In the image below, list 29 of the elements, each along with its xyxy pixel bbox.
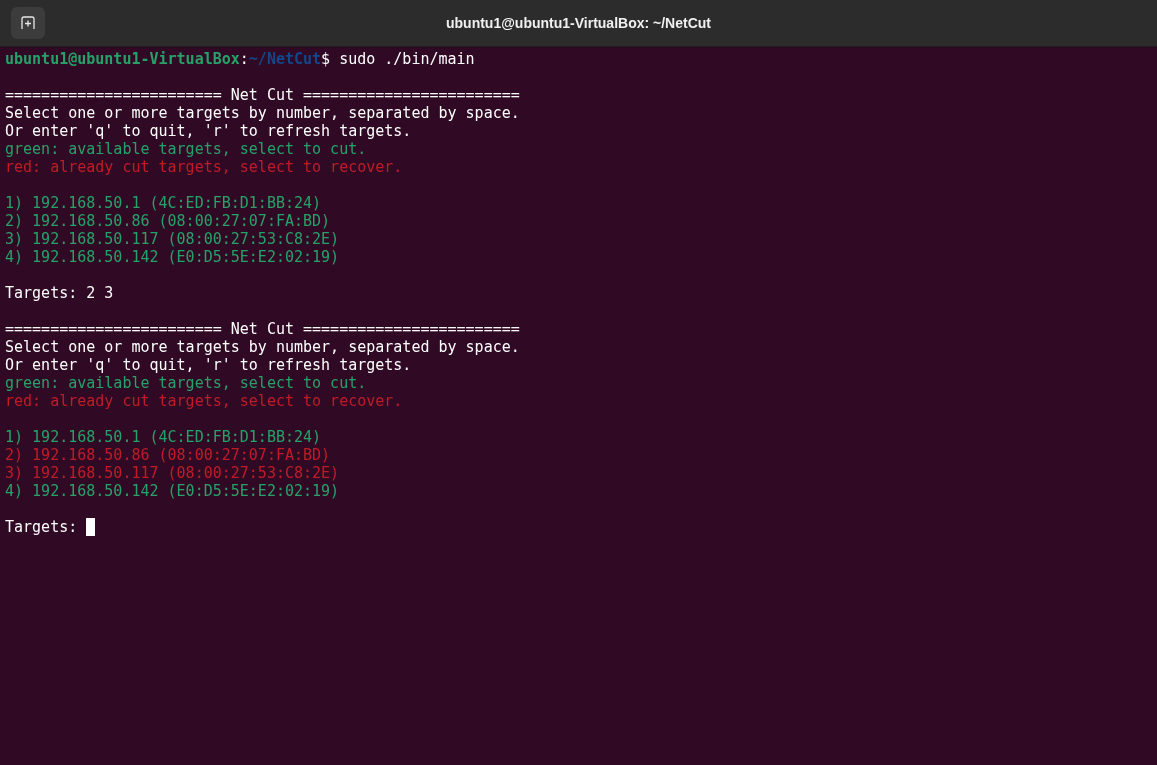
target-entry: 4) 192.168.50.142 (E0:D5:5E:E2:02:19) [5,248,340,266]
target-entry: 4) 192.168.50.142 (E0:D5:5E:E2:02:19) [5,482,340,500]
new-tab-button[interactable] [11,7,45,39]
prompt-user-host: ubuntu1@ubuntu1-VirtualBox [5,50,240,68]
legend-text: red: already cut targets, select to recover. [5,392,403,410]
legend-text: red: already cut targets, select to recover. [5,158,403,176]
legend-text: green: available targets, select to cut. [5,374,367,392]
banner-text: ======================== Net Cut ======================== [5,86,520,104]
target-entry: 3) 192.168.50.117 (08:00:27:53:C8:2E) [5,464,340,482]
input-prompt: Targets: [5,518,79,536]
prompt-separator: : [239,50,249,68]
target-entry: 1) 192.168.50.1 (4C:ED:FB:D1:BB:24) [5,194,322,212]
target-entry: 2) 192.168.50.86 (08:00:27:07:FA:BD) [5,446,331,464]
command-text: sudo ./bin/main [338,50,475,68]
instruction-text: Or enter 'q' to quit, 'r' to refresh targets. [5,356,412,374]
window-title: ubuntu1@ubuntu1-VirtualBox: ~/NetCut [446,13,711,33]
target-entry: 2) 192.168.50.86 (08:00:27:07:FA:BD) [5,212,331,230]
target-entry: 3) 192.168.50.117 (08:00:27:53:C8:2E) [5,230,340,248]
input-prompt: Targets: [5,284,79,302]
banner-text: ======================== Net Cut ======================== [5,320,520,338]
prompt-path: ~/NetCut [248,50,322,68]
new-tab-icon [21,16,35,30]
instruction-text: Or enter 'q' to quit, 'r' to refresh targets. [5,122,412,140]
target-entry: 1) 192.168.50.1 (4C:ED:FB:D1:BB:24) [5,428,322,446]
legend-text: green: available targets, select to cut. [5,140,367,158]
instruction-text: Select one or more targets by number, separated by space. [5,104,520,122]
input-value: 2 3 [86,284,114,302]
prompt-symbol: $ [321,50,331,68]
instruction-text: Select one or more targets by number, separated by space. [5,338,520,356]
